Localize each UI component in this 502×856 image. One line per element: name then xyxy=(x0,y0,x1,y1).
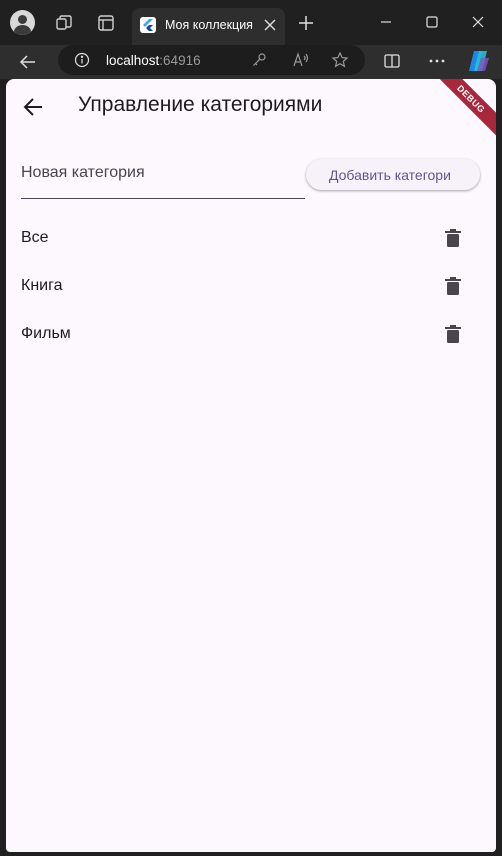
page-title: Управление категориями xyxy=(78,93,323,116)
workspaces-icon[interactable] xyxy=(54,13,74,33)
browser-toolbar: localhost:64916 xyxy=(0,45,502,79)
favorite-star-icon[interactable] xyxy=(331,51,349,69)
browser-back-icon[interactable] xyxy=(18,52,38,72)
window-close-icon[interactable] xyxy=(470,14,486,30)
flutter-logo-icon xyxy=(140,17,156,33)
url-host: localhost xyxy=(106,53,160,68)
category-label: Все xyxy=(21,229,49,246)
browser-tab-active[interactable]: Моя коллекция xyxy=(132,8,285,45)
app-viewport: Управление категориями DEBUG Добавить ка… xyxy=(6,79,496,852)
list-item: Книга xyxy=(6,262,496,310)
url-port: :64916 xyxy=(159,53,201,68)
trash-icon[interactable] xyxy=(443,324,463,344)
category-label: Фильм xyxy=(21,325,71,342)
tab-actions-icon[interactable] xyxy=(96,13,116,33)
tab-close-icon[interactable] xyxy=(262,17,278,33)
new-tab-icon[interactable] xyxy=(297,14,315,32)
split-screen-icon[interactable] xyxy=(383,52,401,70)
address-bar[interactable]: localhost:64916 xyxy=(58,45,365,75)
more-options-icon[interactable] xyxy=(427,52,447,70)
list-item: Все xyxy=(6,214,496,262)
read-aloud-icon[interactable] xyxy=(292,52,310,68)
app-bar: Управление категориями xyxy=(6,79,496,135)
profile-avatar-icon[interactable] xyxy=(10,10,35,35)
new-category-field[interactable] xyxy=(21,151,305,199)
new-category-input[interactable] xyxy=(21,159,301,187)
copilot-icon[interactable] xyxy=(466,48,492,74)
browser-titlebar: Моя коллекция xyxy=(0,0,502,45)
trash-icon[interactable] xyxy=(443,228,463,248)
trash-icon[interactable] xyxy=(443,276,463,296)
add-category-button[interactable]: Добавить категори xyxy=(306,159,480,190)
key-icon[interactable] xyxy=(251,52,267,68)
site-info-icon[interactable] xyxy=(74,52,90,68)
window-minimize-icon[interactable] xyxy=(378,14,394,30)
url-text[interactable]: localhost:64916 xyxy=(106,53,201,68)
category-list: Все Книга Фильм xyxy=(6,214,496,358)
window-maximize-icon[interactable] xyxy=(424,14,440,30)
category-label: Книга xyxy=(21,277,63,294)
tab-title: Моя коллекция xyxy=(165,18,253,32)
back-arrow-icon[interactable] xyxy=(21,94,47,120)
list-item: Фильм xyxy=(6,310,496,358)
